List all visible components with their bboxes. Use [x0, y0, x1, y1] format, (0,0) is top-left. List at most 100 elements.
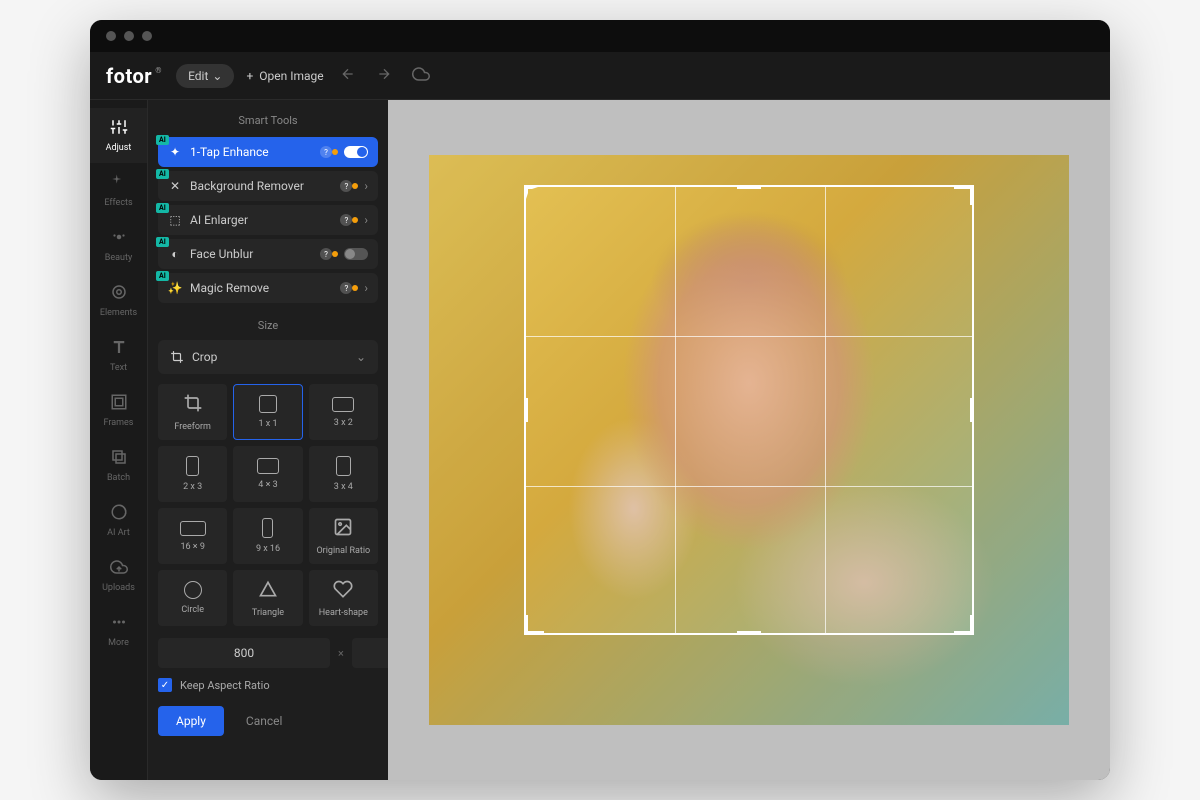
apply-button[interactable]: Apply [158, 706, 224, 736]
sidebar-item-text[interactable]: Text [90, 328, 147, 383]
open-image-button[interactable]: + Open Image [246, 69, 323, 83]
sidebar-item-adjust[interactable]: Adjust [90, 108, 147, 163]
aiart-icon [110, 503, 128, 524]
ratio-3-x-4[interactable]: 3 x 4 [309, 446, 378, 502]
cancel-button[interactable]: Cancel [232, 706, 297, 736]
sidebar-item-more[interactable]: More [90, 603, 147, 658]
beauty-icon [110, 228, 128, 249]
credit-dot-icon [352, 285, 358, 291]
ratio-label: Freeform [174, 422, 211, 432]
more-icon [110, 613, 128, 634]
crop-handle-top[interactable] [737, 185, 761, 189]
ratio-1-x-1[interactable]: 1 x 1 [233, 384, 302, 440]
open-image-label: Open Image [259, 69, 323, 83]
window-close-dot[interactable] [106, 31, 116, 41]
ratio-shape-icon [186, 456, 199, 476]
actions-row: Apply Cancel [158, 706, 378, 736]
edit-dropdown[interactable]: Edit ⌄ [176, 64, 234, 88]
sidebar-item-label: Elements [100, 308, 137, 318]
sidebar-item-label: Adjust [106, 143, 132, 153]
sidebar-item-batch[interactable]: Batch [90, 438, 147, 493]
adjust-icon [110, 118, 128, 139]
canvas-area [388, 100, 1110, 780]
help-icon[interactable]: ? [320, 146, 332, 158]
sidebar-item-beauty[interactable]: Beauty [90, 218, 147, 273]
crop-handle-right[interactable] [970, 398, 974, 422]
canvas[interactable] [429, 155, 1069, 725]
ratio-shape-icon [333, 517, 353, 540]
tool-1-tap-enhance[interactable]: AI✦1-Tap Enhance? [158, 137, 378, 167]
crop-handle-left[interactable] [524, 398, 528, 422]
cloud-icon[interactable] [408, 61, 434, 91]
tool-magic-remove[interactable]: AI✨Magic Remove?› [158, 273, 378, 303]
keep-aspect-checkbox[interactable]: ✓ [158, 678, 172, 692]
logo: fotor [106, 64, 152, 88]
ratio-label: 3 x 2 [334, 418, 353, 428]
width-input[interactable] [158, 638, 330, 668]
sidebar-item-effects[interactable]: Effects [90, 163, 147, 218]
ratio-shape-icon [258, 579, 278, 602]
tool-label: Face Unblur [190, 247, 316, 261]
ratio-freeform[interactable]: Freeform [158, 384, 227, 440]
sidebar-item-uploads[interactable]: Uploads [90, 548, 147, 603]
ai-badge: AI [156, 237, 169, 247]
sidebar-item-label: AI Art [107, 528, 130, 538]
back-button[interactable] [336, 62, 360, 90]
effects-icon [110, 173, 128, 194]
help-icon[interactable]: ? [320, 248, 332, 260]
main-area: Adjust Effects Beauty Elements TextFramesBat… [90, 100, 1110, 780]
sidebar: Adjust Effects Beauty Elements TextFramesBat… [90, 100, 148, 780]
crop-handle-br[interactable] [954, 615, 974, 635]
crop-dropdown[interactable]: Crop ⌄ [158, 340, 378, 374]
app-window: fotor Edit ⌄ + Open Image Adjust Effects B… [90, 20, 1110, 780]
ratio-original-ratio[interactable]: Original Ratio [309, 508, 378, 564]
crop-handle-tr[interactable] [954, 185, 974, 205]
help-icon[interactable]: ? [340, 282, 352, 294]
crop-handle-bl[interactable] [524, 615, 544, 635]
dimensions-row: × ⇄ [158, 638, 378, 668]
sidebar-item-frames[interactable]: Frames [90, 383, 147, 438]
window-max-dot[interactable] [142, 31, 152, 41]
keep-aspect-row[interactable]: ✓ Keep Aspect Ratio [158, 678, 378, 692]
ratio-label: 3 x 4 [334, 482, 353, 492]
keep-aspect-label: Keep Aspect Ratio [180, 679, 270, 692]
ai-badge: AI [156, 271, 169, 281]
sidebar-item-label: Effects [104, 198, 132, 208]
tool-face-unblur[interactable]: AI◐Face Unblur? [158, 239, 378, 269]
tool-toggle[interactable] [344, 146, 368, 158]
tool-ai-enlarger[interactable]: AI⬚AI Enlarger?› [158, 205, 378, 235]
sidebar-item-aiart[interactable]: AI Art [90, 493, 147, 548]
tool-label: Magic Remove [190, 281, 336, 295]
sidebar-item-elements[interactable]: Elements [90, 273, 147, 328]
crop-handle-tl[interactable] [524, 185, 544, 205]
tool-icon: ✦ [168, 145, 182, 159]
ratio-16-9[interactable]: 16 × 9 [158, 508, 227, 564]
ratio-label: Original Ratio [316, 546, 370, 556]
tool-background-remover[interactable]: AI✕Background Remover?› [158, 171, 378, 201]
ratio-triangle[interactable]: Triangle [233, 570, 302, 626]
ratio-9-x-16[interactable]: 9 x 16 [233, 508, 302, 564]
ratio-2-x-3[interactable]: 2 x 3 [158, 446, 227, 502]
forward-button[interactable] [372, 62, 396, 90]
credit-dot-icon [332, 149, 338, 155]
text-icon [110, 338, 128, 359]
help-icon[interactable]: ? [340, 214, 352, 226]
edit-label: Edit [188, 69, 208, 83]
ratio-4-3[interactable]: 4 × 3 [233, 446, 302, 502]
ratio-shape-icon [259, 395, 277, 413]
ratio-label: 16 × 9 [180, 542, 204, 552]
ratio-circle[interactable]: Circle [158, 570, 227, 626]
tool-icon: ⬚ [168, 213, 182, 227]
ratio-heart-shape[interactable]: Heart-shape [309, 570, 378, 626]
sidebar-item-label: More [108, 638, 129, 648]
window-min-dot[interactable] [124, 31, 134, 41]
tool-toggle[interactable] [344, 248, 368, 260]
ratio-label: 4 × 3 [258, 480, 277, 490]
crop-overlay[interactable] [524, 185, 974, 635]
ratio-3-x-2[interactable]: 3 x 2 [309, 384, 378, 440]
crop-handle-bottom[interactable] [737, 631, 761, 635]
ratio-label: 2 x 3 [183, 482, 202, 492]
ratio-shape-icon [333, 579, 353, 602]
help-icon[interactable]: ? [340, 180, 352, 192]
height-input[interactable] [352, 638, 388, 668]
